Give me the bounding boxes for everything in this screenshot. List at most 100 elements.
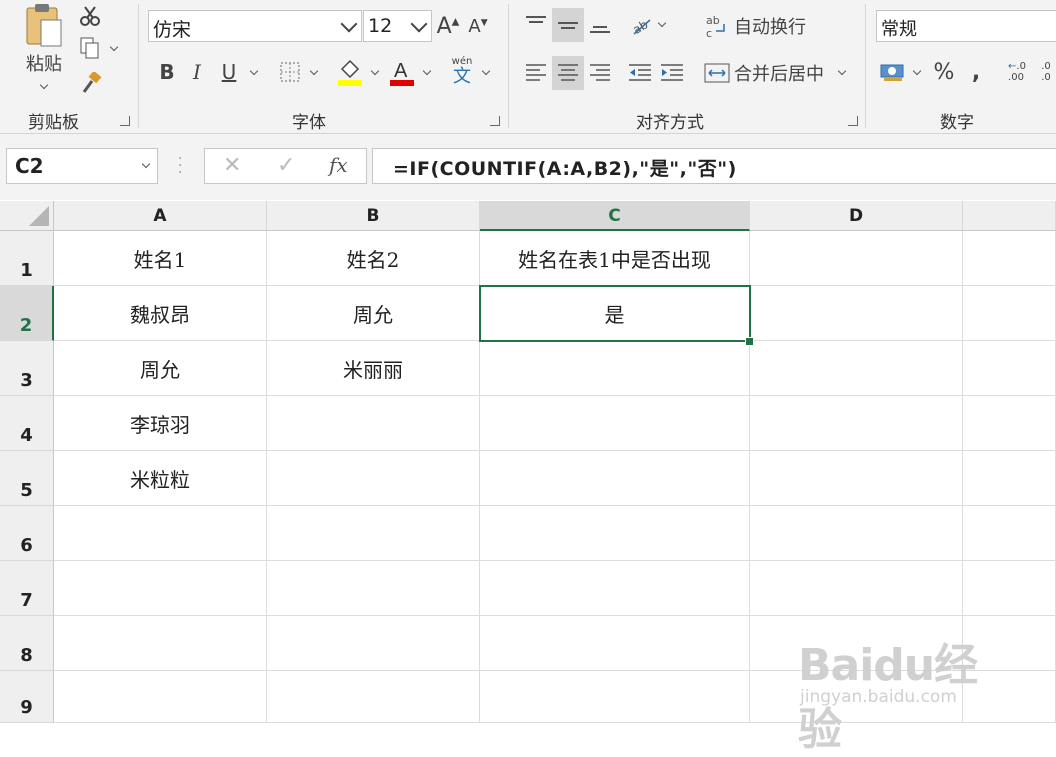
- cut-button[interactable]: [78, 4, 102, 28]
- row-header-3[interactable]: 3: [0, 341, 54, 396]
- active-cell-selection[interactable]: [479, 285, 751, 342]
- insert-function-icon[interactable]: fx: [329, 153, 348, 177]
- font-launcher-icon[interactable]: [490, 116, 500, 126]
- column-header-c[interactable]: C: [480, 201, 750, 231]
- cell-b7[interactable]: [267, 561, 480, 616]
- cell-c3[interactable]: [480, 341, 750, 396]
- italic-button[interactable]: I: [184, 58, 210, 86]
- accounting-dropdown-icon[interactable]: [912, 66, 922, 76]
- copy-button[interactable]: [78, 36, 102, 60]
- cell-c1[interactable]: 姓名在表1中是否出现: [480, 231, 750, 286]
- select-all-button[interactable]: [0, 201, 54, 231]
- align-top-button[interactable]: [520, 8, 552, 40]
- column-header-e[interactable]: [963, 201, 1056, 231]
- row-header-9[interactable]: 9: [0, 671, 54, 723]
- font-family-select[interactable]: 仿宋: [148, 10, 362, 42]
- row-header-1[interactable]: 1: [0, 231, 54, 286]
- cell-a8[interactable]: [54, 616, 267, 671]
- percent-button[interactable]: %: [930, 58, 958, 86]
- fill-color-button[interactable]: [336, 56, 364, 88]
- increase-decimal-button[interactable]: ←.0.00: [1002, 58, 1032, 86]
- merge-center-button[interactable]: 合并后居中: [704, 56, 828, 90]
- increase-font-button[interactable]: A▲: [436, 10, 460, 42]
- orientation-dropdown-icon[interactable]: [657, 18, 667, 28]
- cell-e4[interactable]: [963, 396, 1056, 451]
- cell-b9[interactable]: [267, 671, 480, 723]
- row-header-8[interactable]: 8: [0, 616, 54, 671]
- font-size-select[interactable]: 12: [363, 10, 432, 42]
- cell-d1[interactable]: [750, 231, 963, 286]
- cell-b6[interactable]: [267, 506, 480, 561]
- cell-a1[interactable]: 姓名1: [54, 231, 267, 286]
- wrap-text-button[interactable]: ab c 自动换行: [704, 10, 814, 42]
- cell-b5[interactable]: [267, 451, 480, 506]
- phonetic-button[interactable]: wén 文: [448, 56, 476, 88]
- format-painter-button[interactable]: [78, 70, 104, 96]
- row-header-4[interactable]: 4: [0, 396, 54, 451]
- cell-a4[interactable]: 李琼羽: [54, 396, 267, 451]
- cell-d4[interactable]: [750, 396, 963, 451]
- cell-a9[interactable]: [54, 671, 267, 723]
- name-box[interactable]: C2: [6, 148, 158, 184]
- fill-handle[interactable]: [745, 337, 754, 346]
- bold-button[interactable]: B: [154, 58, 180, 86]
- cell-b4[interactable]: [267, 396, 480, 451]
- cell-e3[interactable]: [963, 341, 1056, 396]
- column-header-a[interactable]: A: [54, 201, 267, 231]
- border-button[interactable]: [276, 58, 304, 86]
- cell-a5[interactable]: 米粒粒: [54, 451, 267, 506]
- underline-dropdown-icon[interactable]: [249, 66, 259, 76]
- cell-a6[interactable]: [54, 506, 267, 561]
- column-header-d[interactable]: D: [750, 201, 963, 231]
- font-color-button[interactable]: A: [388, 56, 416, 88]
- decrease-font-button[interactable]: A▼: [466, 10, 490, 42]
- underline-button[interactable]: U: [216, 58, 242, 86]
- formula-input[interactable]: =IF(COUNTIF(A:A,B2),"是","否"): [372, 148, 1056, 184]
- cell-a2[interactable]: 魏叔昂: [54, 286, 267, 341]
- row-header-5[interactable]: 5: [0, 451, 54, 506]
- font-color-dropdown-icon[interactable]: [422, 66, 432, 76]
- row-header-6[interactable]: 6: [0, 506, 54, 561]
- cell-b2[interactable]: 周允: [267, 286, 480, 341]
- cancel-icon[interactable]: ✕: [223, 153, 241, 178]
- alignment-launcher-icon[interactable]: [848, 116, 858, 126]
- cell-c7[interactable]: [480, 561, 750, 616]
- decrease-decimal-button[interactable]: .0.0: [1036, 58, 1056, 86]
- clipboard-launcher-icon[interactable]: [120, 116, 130, 126]
- column-header-b[interactable]: B: [267, 201, 480, 231]
- align-bottom-button[interactable]: [584, 8, 616, 40]
- align-left-button[interactable]: [520, 56, 552, 90]
- cell-b3[interactable]: 米丽丽: [267, 341, 480, 396]
- paste-button[interactable]: 粘贴: [14, 2, 74, 98]
- cell-e1[interactable]: [963, 231, 1056, 286]
- cell-d6[interactable]: [750, 506, 963, 561]
- cell-c6[interactable]: [480, 506, 750, 561]
- merge-dropdown-icon[interactable]: [837, 66, 847, 76]
- cell-e6[interactable]: [963, 506, 1056, 561]
- comma-button[interactable]: ,: [964, 58, 988, 86]
- cell-b1[interactable]: 姓名2: [267, 231, 480, 286]
- align-middle-button[interactable]: [552, 8, 584, 42]
- fill-color-dropdown-icon[interactable]: [370, 66, 380, 76]
- enter-icon[interactable]: ✓: [277, 153, 295, 178]
- cell-e5[interactable]: [963, 451, 1056, 506]
- cell-a7[interactable]: [54, 561, 267, 616]
- phonetic-dropdown-icon[interactable]: [481, 66, 491, 76]
- row-header-2[interactable]: 2: [0, 286, 54, 341]
- cell-c5[interactable]: [480, 451, 750, 506]
- cell-a3[interactable]: 周允: [54, 341, 267, 396]
- cell-b8[interactable]: [267, 616, 480, 671]
- paste-dropdown-icon[interactable]: [39, 80, 49, 90]
- copy-dropdown-icon[interactable]: [109, 42, 119, 52]
- decrease-indent-button[interactable]: [624, 56, 656, 90]
- accounting-format-button[interactable]: [878, 58, 908, 86]
- cell-c4[interactable]: [480, 396, 750, 451]
- cell-c8[interactable]: [480, 616, 750, 671]
- increase-indent-button[interactable]: [656, 56, 688, 90]
- cell-d5[interactable]: [750, 451, 963, 506]
- number-format-select[interactable]: 常规: [876, 10, 1056, 42]
- align-right-button[interactable]: [584, 56, 616, 90]
- cell-d3[interactable]: [750, 341, 963, 396]
- cell-d2[interactable]: [750, 286, 963, 341]
- cell-e2[interactable]: [963, 286, 1056, 341]
